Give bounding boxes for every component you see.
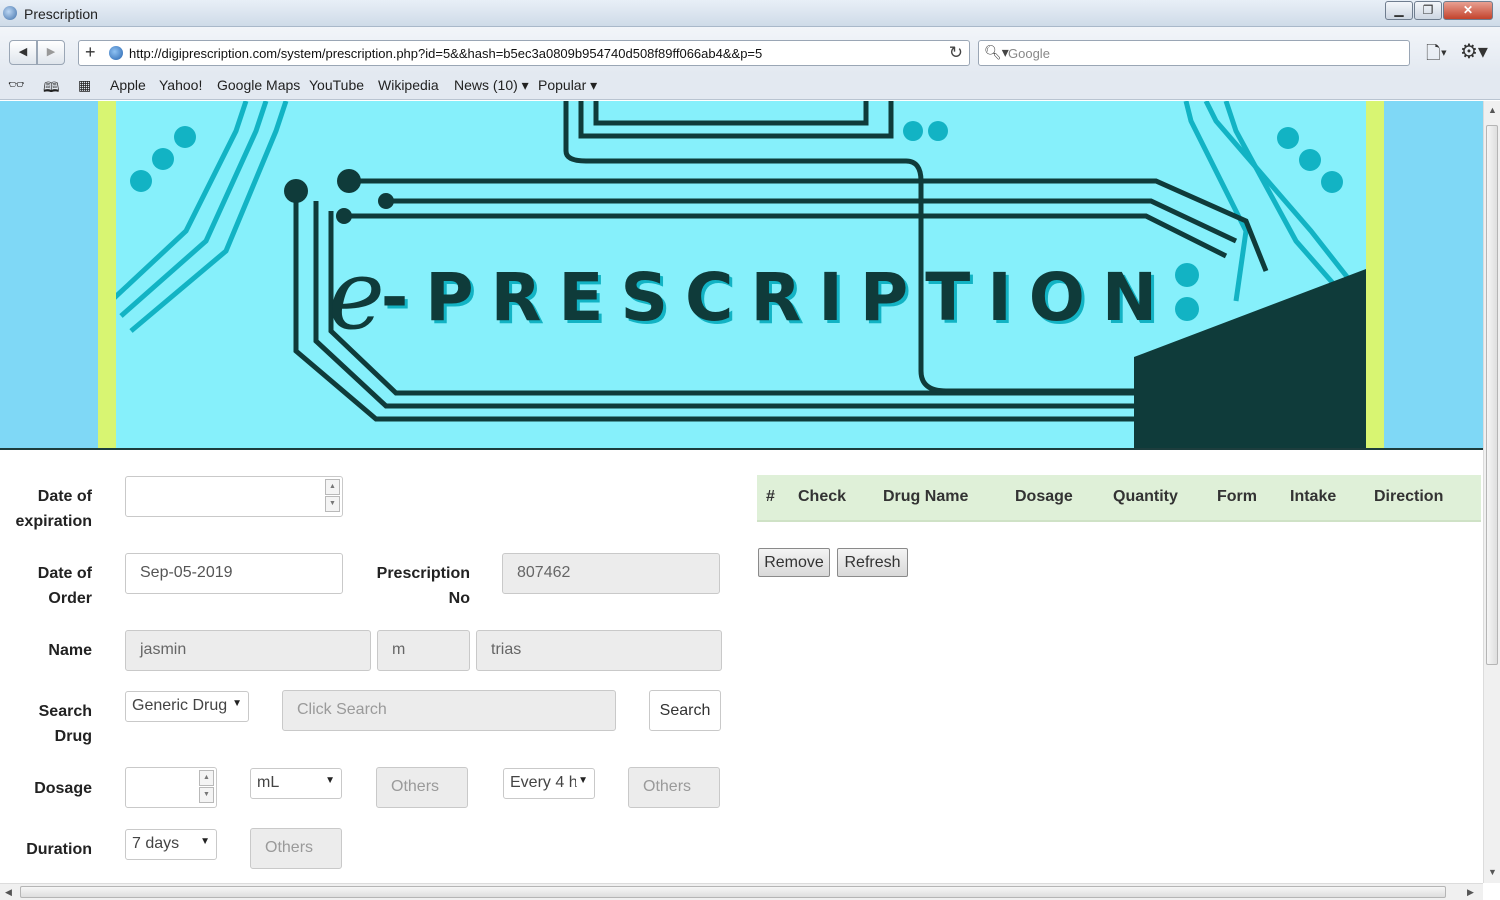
bookmarks-bar: 👓︎ 🕮 ▦ Apple Yahoo! Google Maps YouTube … bbox=[0, 73, 1500, 100]
drug-type-select[interactable]: Generic Drug ▼ bbox=[125, 691, 249, 722]
middle-name-field[interactable]: m bbox=[377, 630, 470, 671]
dosage-label: Dosage bbox=[34, 780, 92, 797]
gear-icon[interactable]: ⚙▾ bbox=[1460, 39, 1488, 64]
col-dosage: Dosage bbox=[1015, 488, 1073, 505]
page-content: e-PRESCRIPTION Date of expiration ▲ ▼ Dat… bbox=[0, 101, 1483, 883]
prescription-no-field: 807462 bbox=[502, 553, 720, 594]
horizontal-scrollbar[interactable]: ◀ ▶ bbox=[0, 883, 1483, 900]
window-title: Prescription bbox=[24, 6, 98, 22]
bookmark-popular[interactable]: Popular ▾ bbox=[538, 77, 597, 94]
web-search-placeholder: Google bbox=[1008, 46, 1050, 61]
col-check: Check bbox=[798, 488, 847, 505]
col-intake: Intake bbox=[1290, 488, 1337, 505]
duration-select[interactable]: 7 days ▼ bbox=[125, 829, 217, 860]
logo-e: e bbox=[328, 239, 385, 351]
first-name-field[interactable]: jasmin bbox=[125, 630, 371, 671]
unit-select[interactable]: mL ▼ bbox=[250, 768, 342, 799]
name-label: Name bbox=[48, 642, 92, 659]
duration-others-input[interactable]: Others bbox=[250, 828, 342, 869]
date-expiration-label: Date of expiration bbox=[15, 488, 92, 530]
frequency-select[interactable]: Every 4 h ▼ bbox=[503, 768, 595, 799]
restore-button[interactable]: ❐ bbox=[1414, 1, 1442, 20]
remove-button[interactable]: Remove bbox=[758, 548, 830, 577]
browser-toolbar: ◀ ▶ + http://digiprescription.com/system… bbox=[0, 27, 1500, 73]
bookmark-youtube[interactable]: YouTube bbox=[309, 77, 364, 93]
vertical-scrollbar[interactable]: ▲ ▼ bbox=[1483, 101, 1500, 883]
horizontal-scroll-thumb[interactable] bbox=[20, 886, 1446, 898]
chevron-down-icon: ▼ bbox=[576, 775, 588, 786]
search-button[interactable]: Search bbox=[649, 690, 721, 731]
col-direction: Direction bbox=[1374, 488, 1444, 505]
dosage-input[interactable]: ▲ ▼ bbox=[125, 767, 217, 808]
prescription-table-header: # Check Drug Name Dosage Quantity Form I… bbox=[757, 475, 1481, 522]
banner-panel: e-PRESCRIPTION bbox=[98, 101, 1384, 450]
reload-icon[interactable]: ↻ bbox=[949, 43, 963, 63]
bookmark-apple[interactable]: Apple bbox=[110, 77, 146, 93]
date-expiration-input[interactable]: ▲ ▼ bbox=[125, 476, 343, 517]
dosage-down-icon[interactable]: ▼ bbox=[199, 787, 214, 803]
web-search-field[interactable]: 🔍︎▾ Google bbox=[978, 40, 1410, 66]
eprescription-logo: e-PRESCRIPTION bbox=[328, 239, 1174, 351]
url-text[interactable]: http://digiprescription.com/system/presc… bbox=[129, 46, 762, 61]
forward-button[interactable]: ▶ bbox=[37, 40, 65, 65]
last-name-field[interactable]: trias bbox=[476, 630, 722, 671]
back-button[interactable]: ◀ bbox=[9, 40, 37, 65]
col-number: # bbox=[766, 488, 775, 505]
drug-search-input[interactable]: Click Search bbox=[282, 690, 616, 731]
col-form: Form bbox=[1217, 488, 1257, 505]
scroll-up-icon[interactable]: ▲ bbox=[1488, 105, 1497, 115]
browser-window: Prescription ▁ ❐ ✕ ◀ ▶ + http://digipres… bbox=[0, 0, 1500, 900]
vertical-scroll-thumb[interactable] bbox=[1486, 125, 1498, 665]
scroll-down-icon[interactable]: ▼ bbox=[1488, 867, 1497, 877]
date-order-input[interactable]: Sep-05-2019 bbox=[125, 553, 343, 594]
add-bookmark-icon[interactable]: + bbox=[85, 42, 96, 63]
close-button[interactable]: ✕ bbox=[1443, 1, 1493, 20]
bookmark-news[interactable]: News (10) ▾ bbox=[454, 77, 529, 94]
chevron-down-icon: ▼ bbox=[200, 836, 210, 847]
prescription-no-label: Prescription No bbox=[376, 565, 470, 607]
bookmark-wikipedia[interactable]: Wikipedia bbox=[378, 77, 439, 93]
top-sites-grid-icon[interactable]: ▦ bbox=[78, 77, 91, 94]
reading-list-icon[interactable]: 👓︎ bbox=[8, 77, 25, 93]
bookmark-yahoo[interactable]: Yahoo! bbox=[159, 77, 202, 93]
banner: e-PRESCRIPTION bbox=[0, 101, 1483, 450]
scroll-left-icon[interactable]: ◀ bbox=[5, 887, 12, 898]
date-expiration-down-icon[interactable]: ▼ bbox=[325, 496, 340, 512]
logo-text: -PRESCRIPTION bbox=[380, 259, 1175, 336]
date-order-label: Date of Order bbox=[37, 565, 92, 607]
search-drug-label: Search Drug bbox=[38, 703, 92, 745]
refresh-button[interactable]: Refresh bbox=[837, 548, 908, 577]
unit-others-input[interactable]: Others bbox=[376, 767, 468, 808]
bookmark-google-maps[interactable]: Google Maps bbox=[217, 77, 300, 93]
address-bar[interactable]: + http://digiprescription.com/system/pre… bbox=[78, 40, 970, 66]
minimize-button[interactable]: ▁ bbox=[1385, 1, 1413, 20]
col-quantity: Quantity bbox=[1113, 488, 1178, 505]
search-icon[interactable]: 🔍︎▾ bbox=[984, 44, 1009, 61]
title-bar: Prescription ▁ ❐ ✕ bbox=[0, 0, 1500, 27]
duration-label: Duration bbox=[26, 841, 92, 858]
frequency-others-input[interactable]: Others bbox=[628, 767, 720, 808]
date-expiration-up-icon[interactable]: ▲ bbox=[325, 479, 340, 495]
browser-globe-icon bbox=[3, 6, 17, 20]
col-drug-name: Drug Name bbox=[883, 488, 969, 505]
chevron-down-icon: ▼ bbox=[325, 775, 335, 786]
site-globe-icon bbox=[109, 46, 123, 60]
page-menu-icon[interactable]: 🗋▾ bbox=[1426, 41, 1447, 71]
chevron-down-icon: ▼ bbox=[232, 698, 242, 709]
bookmarks-book-icon[interactable]: 🕮 bbox=[43, 77, 60, 101]
scroll-right-icon[interactable]: ▶ bbox=[1467, 887, 1474, 898]
banner-bottom-line bbox=[0, 448, 1483, 450]
dosage-up-icon[interactable]: ▲ bbox=[199, 770, 214, 786]
